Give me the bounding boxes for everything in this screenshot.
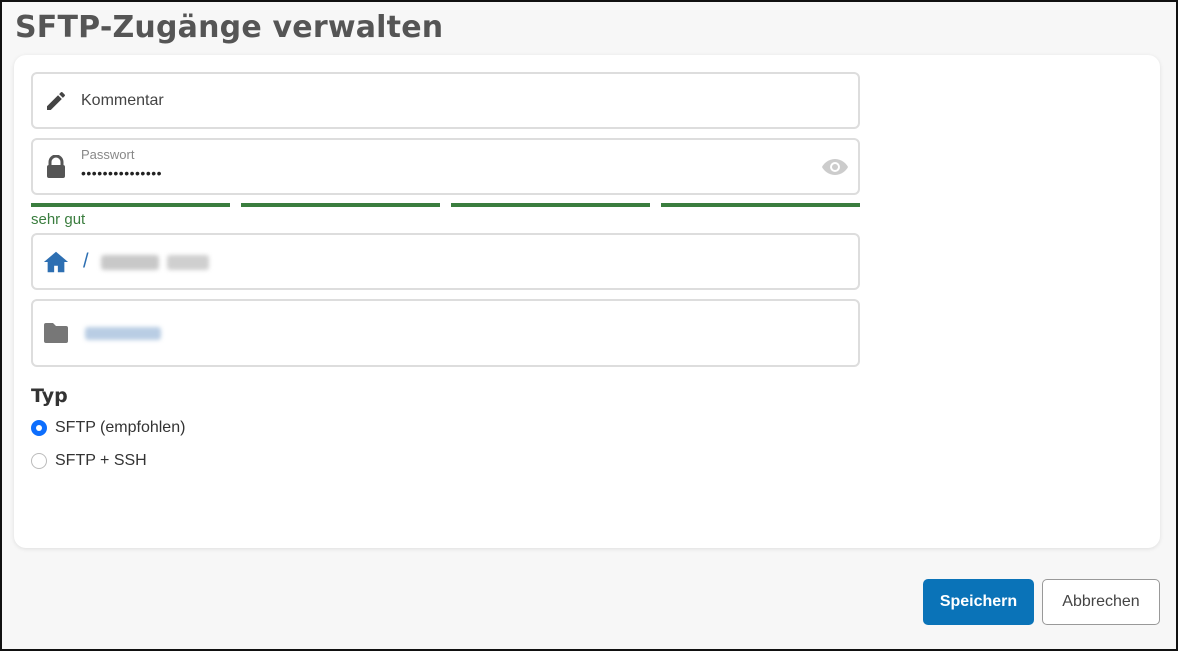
home-icon <box>43 249 69 275</box>
cancel-button[interactable]: Abbrechen <box>1042 579 1160 625</box>
password-strength-meter <box>31 203 861 207</box>
password-field[interactable]: Passwort ••••••••••••••• <box>31 138 860 195</box>
password-label: Passwort <box>81 147 135 162</box>
radio-sftp-ssh[interactable]: SFTP + SSH <box>31 452 147 470</box>
comment-field[interactable]: Kommentar <box>31 72 860 129</box>
radio-label: SFTP (empfohlen) <box>55 419 186 436</box>
page-title: SFTP-Zugänge verwalten <box>15 10 444 45</box>
radio-sftp[interactable]: SFTP (empfohlen) <box>31 419 185 437</box>
pencil-icon <box>43 88 69 114</box>
redacted-text <box>101 255 159 270</box>
save-button[interactable]: Speichern <box>923 579 1034 625</box>
strength-segment <box>451 203 650 207</box>
eye-icon[interactable] <box>820 154 850 180</box>
password-value: ••••••••••••••• <box>81 165 163 181</box>
radio-button[interactable] <box>31 453 47 469</box>
lock-icon <box>43 154 69 180</box>
sftp-form-card: Kommentar Passwort ••••••••••••••• sehr … <box>14 55 1160 548</box>
radio-label: SFTP + SSH <box>55 452 147 469</box>
radio-button-checked[interactable] <box>31 420 47 436</box>
strength-segment <box>661 203 860 207</box>
password-strength-label: sehr gut <box>31 211 86 228</box>
redacted-text <box>85 327 161 340</box>
strength-segment <box>241 203 440 207</box>
strength-segment <box>31 203 230 207</box>
home-path-prefix: / <box>83 250 89 272</box>
comment-placeholder: Kommentar <box>81 91 164 109</box>
folder-field[interactable] <box>31 299 860 367</box>
redacted-text <box>167 255 209 270</box>
type-heading: Typ <box>31 385 68 407</box>
home-path-field[interactable]: / <box>31 233 860 290</box>
folder-icon <box>43 320 69 346</box>
